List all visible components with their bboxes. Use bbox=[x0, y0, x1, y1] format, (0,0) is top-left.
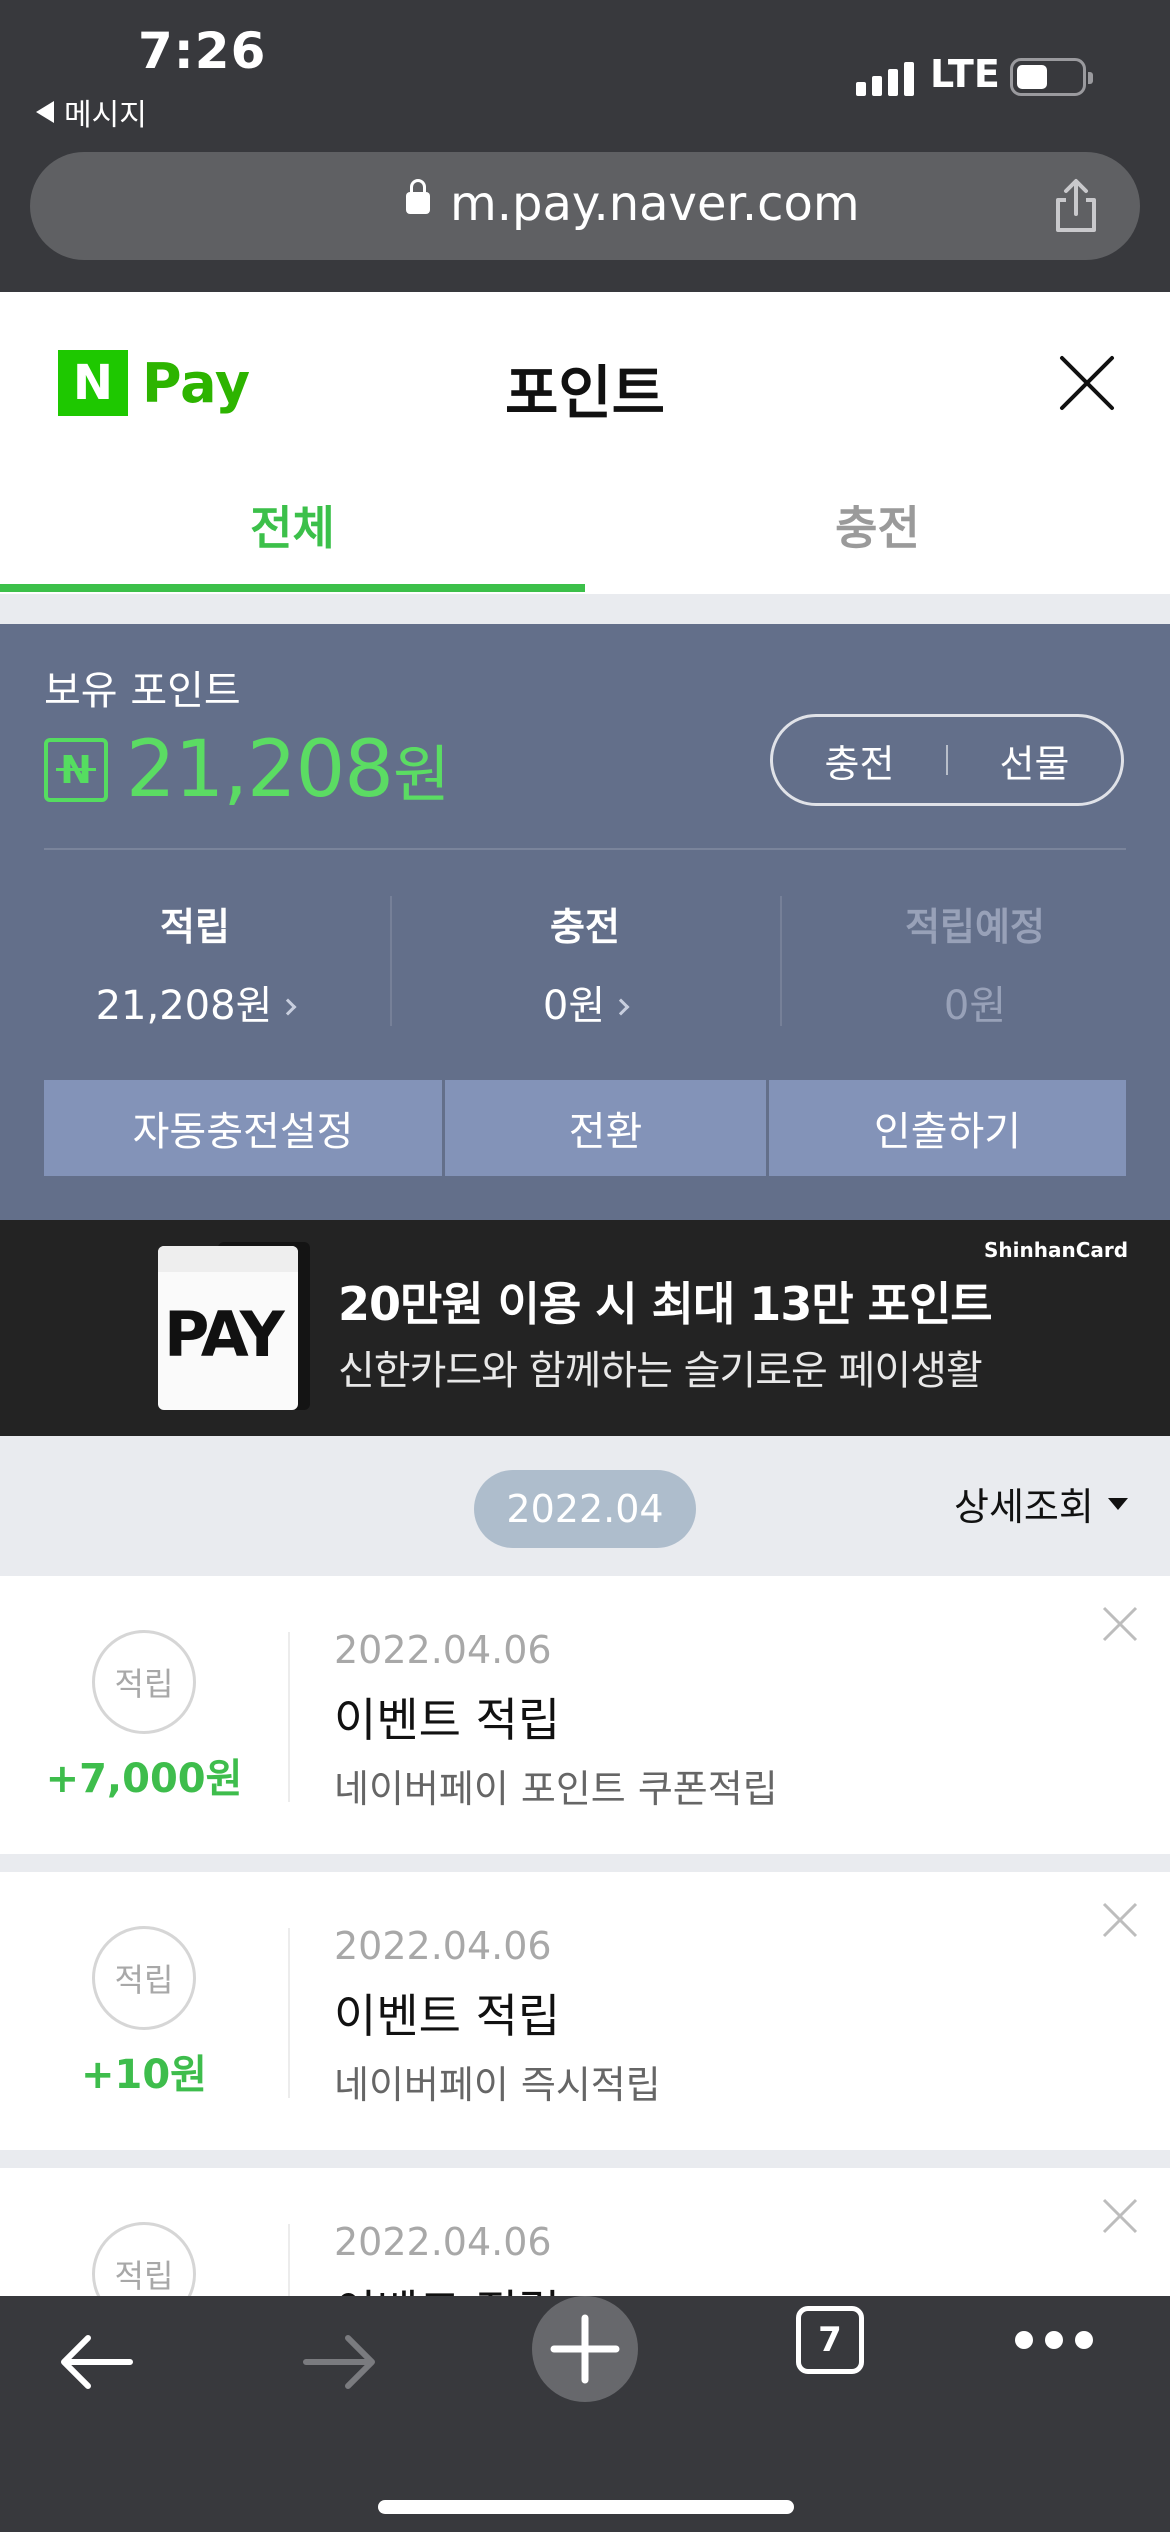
history-item[interactable]: 적립 +10원 2022.04.06 이벤트 적립 네이버페이 즉시적립 bbox=[0, 1872, 1170, 2150]
section-gap bbox=[0, 594, 1170, 624]
stat-earned-title: 적립 bbox=[160, 905, 230, 949]
charge-button[interactable]: 충전 bbox=[773, 733, 946, 788]
back-app-label: 메시지 bbox=[64, 98, 147, 133]
stat-earned[interactable]: 적립 21,208원 bbox=[0, 896, 390, 1031]
stat-scheduled: 적립예정 0원 bbox=[780, 896, 1170, 1031]
item-divider bbox=[288, 1632, 290, 1802]
item-date: 2022.04.06 bbox=[334, 1924, 552, 1968]
point-button-row: 자동충전설정 전환 인출하기 bbox=[44, 1080, 1126, 1176]
point-delta: +7,000원 bbox=[45, 1756, 243, 1802]
browser-chrome: 7:26 메시지 LTE m.pay.naver.com bbox=[0, 0, 1170, 292]
signal-icon bbox=[856, 60, 914, 96]
status-time: 7:26 bbox=[138, 22, 267, 80]
npoint-coin-icon: N bbox=[44, 737, 108, 802]
stat-charged-title: 충전 bbox=[550, 905, 620, 949]
card-image: PAY bbox=[158, 1246, 298, 1410]
item-title: 이벤트 적립 bbox=[334, 1693, 561, 1747]
delete-icon[interactable] bbox=[1102, 1902, 1138, 1938]
item-gap bbox=[0, 1854, 1170, 1872]
point-amount: 21,208원 bbox=[126, 725, 450, 815]
lock-icon bbox=[406, 179, 430, 214]
point-delta: +10원 bbox=[81, 2052, 207, 2098]
month-badge: 2022.04 bbox=[474, 1470, 696, 1548]
item-gap bbox=[0, 2150, 1170, 2168]
tab-charge[interactable]: 충전 bbox=[585, 492, 1170, 558]
browser-toolbar: 7 bbox=[0, 2296, 1170, 2532]
earn-badge: 적립 bbox=[92, 1926, 196, 2030]
close-icon[interactable] bbox=[1058, 354, 1116, 412]
detail-filter-label: 상세조회 bbox=[954, 1485, 1094, 1529]
address-url: m.pay.naver.com bbox=[450, 176, 860, 232]
history-item[interactable]: 적립 +7,000원 2022.04.06 이벤트 적립 네이버페이 포인트 쿠… bbox=[0, 1576, 1170, 1854]
delete-icon[interactable] bbox=[1102, 1606, 1138, 1642]
back-arrow-icon[interactable] bbox=[58, 2332, 134, 2392]
tab-bar: 전체 충전 bbox=[0, 442, 1170, 594]
item-date: 2022.04.06 bbox=[334, 2220, 552, 2264]
delete-icon[interactable] bbox=[1102, 2198, 1138, 2234]
item-description: 네이버페이 포인트 쿠폰적립 bbox=[334, 1767, 778, 1811]
item-date: 2022.04.06 bbox=[334, 1628, 552, 1672]
stat-scheduled-value: 0원 bbox=[943, 983, 1007, 1029]
history-header: 2022.04 상세조회 bbox=[0, 1436, 1170, 1576]
detail-filter-dropdown[interactable]: 상세조회 bbox=[954, 1476, 1128, 1531]
owned-points-label: 보유 포인트 bbox=[44, 668, 241, 714]
point-summary-card: 보유 포인트 N 21,208원 충전 선물 적립 21,208원 충전 0원 … bbox=[0, 624, 1170, 1220]
back-to-app-button[interactable]: 메시지 bbox=[36, 90, 147, 134]
item-title: 이벤트 적립 bbox=[334, 1989, 561, 2043]
back-triangle-icon bbox=[36, 101, 54, 123]
point-action-group: 충전 선물 bbox=[770, 714, 1124, 806]
banner-title: 20만원 이용 시 최대 13만 포인트 bbox=[338, 1277, 993, 1331]
forward-arrow-icon[interactable] bbox=[302, 2332, 378, 2392]
item-divider bbox=[288, 1928, 290, 2098]
tab-all[interactable]: 전체 bbox=[0, 492, 585, 558]
stat-charged[interactable]: 충전 0원 bbox=[390, 896, 780, 1031]
address-bar[interactable]: m.pay.naver.com bbox=[30, 152, 1140, 260]
active-tab-indicator bbox=[0, 584, 585, 592]
new-tab-icon bbox=[550, 2314, 620, 2384]
banner-subtitle: 신한카드와 함께하는 슬기로운 페이생활 bbox=[338, 1348, 983, 1394]
app-header: N Pay 포인트 bbox=[0, 292, 1170, 442]
tabs-icon[interactable]: 7 bbox=[796, 2306, 864, 2374]
home-indicator bbox=[378, 2500, 794, 2514]
battery-icon bbox=[1010, 58, 1093, 96]
new-tab-button[interactable] bbox=[532, 2296, 638, 2402]
network-label: LTE bbox=[930, 52, 1000, 96]
earn-badge: 적립 bbox=[92, 1630, 196, 1734]
promo-banner[interactable]: PAY ShinhanCard 20만원 이용 시 최대 13만 포인트 신한카… bbox=[0, 1220, 1170, 1436]
more-icon[interactable] bbox=[1012, 2328, 1096, 2352]
page-title: 포인트 bbox=[504, 359, 666, 427]
caret-down-icon bbox=[1107, 1497, 1128, 1510]
share-icon[interactable] bbox=[1052, 178, 1100, 234]
card-divider bbox=[44, 848, 1126, 850]
chevron-right-icon bbox=[279, 998, 297, 1016]
stat-charged-value: 0원 bbox=[542, 983, 606, 1029]
item-description: 네이버페이 즉시적립 bbox=[334, 2063, 661, 2107]
withdraw-button[interactable]: 인출하기 bbox=[769, 1080, 1126, 1176]
gift-button[interactable]: 선물 bbox=[948, 733, 1121, 788]
stat-earned-value: 21,208원 bbox=[95, 983, 273, 1029]
chevron-right-icon bbox=[612, 998, 630, 1016]
convert-button[interactable]: 전환 bbox=[445, 1080, 766, 1176]
banner-brand: ShinhanCard bbox=[984, 1238, 1129, 1262]
point-balance: N 21,208원 bbox=[44, 724, 450, 815]
stat-scheduled-title: 적립예정 bbox=[905, 905, 1045, 949]
auto-charge-settings-button[interactable]: 자동충전설정 bbox=[44, 1080, 442, 1176]
